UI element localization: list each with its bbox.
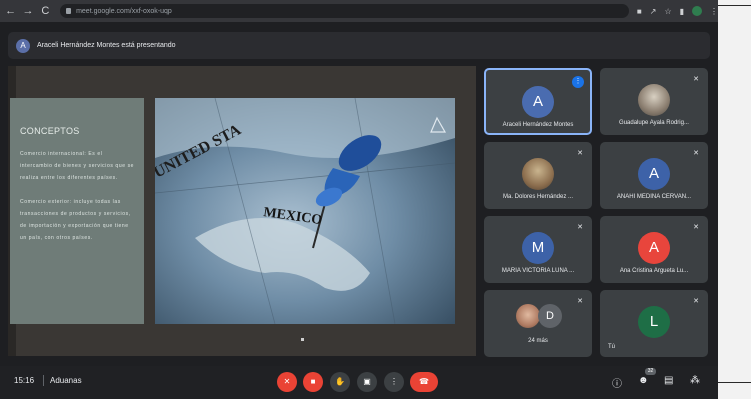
- mic-muted-icon: ✕: [693, 224, 699, 231]
- people-icon[interactable]: ☻: [638, 375, 649, 386]
- participant-name: ANAHI MEDINA CERVAN...: [616, 194, 692, 200]
- browser-actions: ■ ↗ ☆ ▮ ⋮: [637, 6, 718, 16]
- slide-title: CONCEPTOS: [20, 126, 80, 136]
- bookmark-star-icon[interactable]: ☆: [664, 7, 671, 16]
- participant-tile[interactable]: ✕ Guadalupe Ayala Rodrig...: [600, 68, 708, 135]
- mic-muted-icon: ✕: [577, 224, 583, 231]
- mic-muted-icon: ✕: [577, 150, 583, 157]
- forward-icon[interactable]: →: [21, 5, 34, 17]
- more-participants-tile[interactable]: D ✕ 24 más: [484, 290, 592, 357]
- lock-icon: [66, 8, 72, 14]
- participant-avatar: A: [638, 158, 670, 190]
- more-options-button[interactable]: ⋮: [384, 372, 404, 392]
- activities-icon[interactable]: ⁂: [690, 375, 700, 386]
- participant-avatar: M: [522, 232, 554, 264]
- url-text: meet.google.com/xxf-oxok-uqp: [76, 7, 172, 15]
- meeting-controls-bar: 15:16 Aduanas ✕ ■ ✋ ▣ ⋮ ☎ ⓘ ☻ ▤ ⁂: [0, 366, 718, 399]
- participant-name: Araceli Hernández Montes: [502, 122, 574, 128]
- more-options-icon: ⋮: [390, 377, 398, 386]
- participant-tile[interactable]: A ✕ Ana Cristina Argueta Lu...: [600, 216, 708, 283]
- divider: [43, 375, 44, 386]
- back-icon[interactable]: ←: [4, 5, 17, 17]
- scan-edge-line: [718, 382, 751, 383]
- mic-muted-icon: ✕: [577, 298, 583, 305]
- speaking-indicator-icon: ⋮: [572, 76, 584, 88]
- self-avatar: L: [638, 306, 670, 338]
- presenter-avatar: A: [16, 38, 30, 53]
- mic-muted-icon: ✕: [693, 76, 699, 83]
- presenting-banner: A Araceli Hernández Montes está presenta…: [8, 32, 710, 59]
- mic-muted-icon: ✕: [693, 298, 699, 305]
- scan-edge-line: [718, 5, 751, 6]
- participant-tile[interactable]: ✕ Ma. Dolores Hernández ...: [484, 142, 592, 209]
- sidepanel-icon[interactable]: ▮: [680, 7, 684, 16]
- participant-avatar: D: [538, 304, 562, 328]
- slide-paragraph-2: Comercio exterior: incluye todas las tra…: [20, 199, 131, 241]
- camera-off-icon: ■: [310, 377, 316, 386]
- more-participants-label: 24 más: [528, 338, 548, 344]
- end-call-button[interactable]: ☎: [410, 372, 438, 392]
- share-icon[interactable]: ↗: [650, 7, 657, 16]
- participant-tile[interactable]: A ⋮ Araceli Hernández Montes: [484, 68, 592, 135]
- presenting-text: Araceli Hernández Montes está presentand…: [37, 42, 176, 49]
- participant-name: Guadalupe Ayala Rodrig...: [619, 120, 689, 126]
- participant-avatar: A: [522, 86, 554, 118]
- mic-toggle-button[interactable]: ✕: [277, 372, 297, 392]
- meeting-time: 15:16: [14, 376, 35, 385]
- end-call-icon: ☎: [419, 377, 429, 386]
- profile-avatar[interactable]: [692, 6, 703, 16]
- slide-paragraph-1: Comercio internacional: Es el intercambi…: [20, 151, 135, 181]
- raise-hand-button[interactable]: ✋: [330, 372, 350, 392]
- self-tile[interactable]: L ✕ Tú: [600, 290, 708, 357]
- menu-dots-icon[interactable]: ⋮: [710, 7, 718, 16]
- meet-window: ← → C meet.google.com/xxf-oxok-uqp ■ ↗ ☆…: [0, 0, 718, 399]
- participant-tile[interactable]: A ✕ ANAHI MEDINA CERVAN...: [600, 142, 708, 209]
- map-graphic: UNITED STA MEXICO: [155, 98, 455, 324]
- participant-name: MARIA VICTORIA LUNA ...: [501, 268, 575, 274]
- participant-photo: [638, 84, 670, 116]
- raise-hand-icon: ✋: [335, 377, 345, 386]
- mouse-cursor: [301, 338, 304, 341]
- meeting-name: Aduanas: [50, 376, 82, 385]
- participant-name: Ma. Dolores Hernández ...: [502, 194, 574, 200]
- reload-icon[interactable]: C: [39, 5, 52, 17]
- slide-text-panel: CONCEPTOS Comercio internacional: Es el …: [10, 98, 144, 324]
- mic-muted-icon: ✕: [693, 150, 699, 157]
- chat-icon[interactable]: ▤: [664, 375, 673, 386]
- address-bar[interactable]: meet.google.com/xxf-oxok-uqp: [60, 4, 629, 18]
- camera-indicator-icon[interactable]: ■: [637, 7, 642, 16]
- browser-toolbar: ← → C meet.google.com/xxf-oxok-uqp ■ ↗ ☆…: [0, 0, 718, 22]
- slide-map-image: UNITED STA MEXICO: [155, 98, 455, 324]
- mic-off-icon: ✕: [283, 377, 291, 386]
- participant-photo: [516, 304, 540, 328]
- self-name: Tú: [608, 344, 616, 350]
- people-count-badge: 32: [645, 368, 656, 375]
- camera-toggle-button[interactable]: ■: [303, 372, 323, 392]
- participant-avatar: A: [638, 232, 670, 264]
- present-screen-icon: ▣: [363, 377, 371, 386]
- participant-name: Ana Cristina Argueta Lu...: [619, 268, 689, 274]
- participant-photo: [522, 158, 554, 190]
- present-button[interactable]: ▣: [357, 372, 377, 392]
- participant-tile[interactable]: M ✕ MARIA VICTORIA LUNA ...: [484, 216, 592, 283]
- info-icon[interactable]: ⓘ: [612, 375, 622, 390]
